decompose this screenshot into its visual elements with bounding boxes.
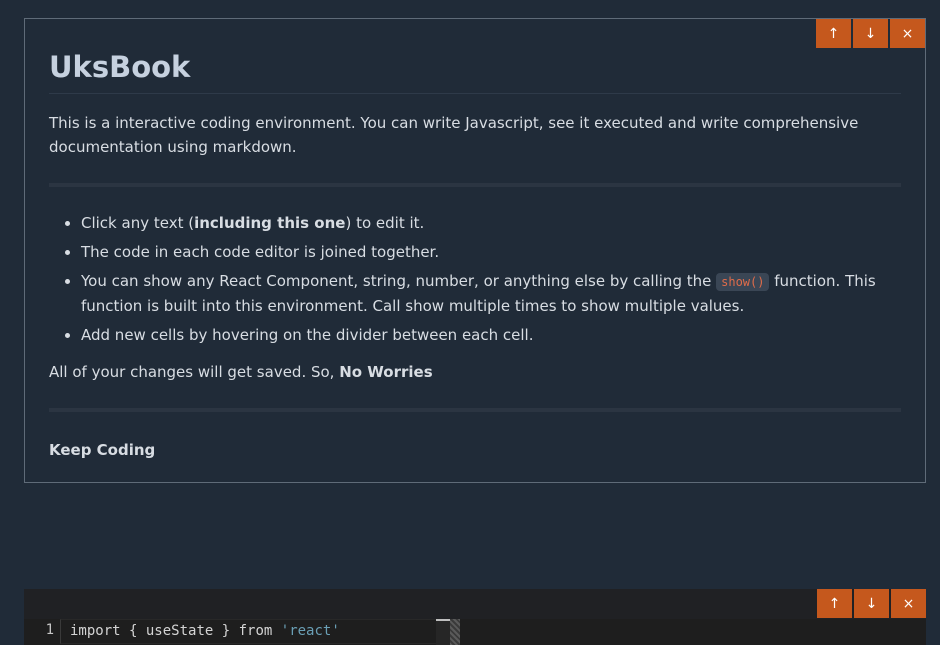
move-up-button[interactable]: ↑ xyxy=(817,589,852,618)
arrow-down-icon: ↓ xyxy=(864,25,877,42)
arrow-up-icon: ↑ xyxy=(828,595,841,612)
keyword-token: from xyxy=(238,623,273,639)
editor-scrollbar[interactable] xyxy=(436,619,450,645)
markdown-cell[interactable]: ↑ ↓ × UksBook This is a interactive codi… xyxy=(24,18,926,483)
move-down-button[interactable]: ↓ xyxy=(854,589,889,618)
list-item: Click any text (including this one) to e… xyxy=(81,211,901,235)
list-item-text: Click any text ( xyxy=(81,214,195,232)
punctuation-token: } xyxy=(213,623,239,639)
code-line[interactable]: import { useState } from 'react' xyxy=(60,619,447,644)
feature-list: Click any text (including this one) to e… xyxy=(49,211,901,347)
close-icon: × xyxy=(902,595,915,612)
list-item: Add new cells by hovering on the divider… xyxy=(81,323,901,347)
outro-text: All of your changes will get saved. So, xyxy=(49,363,340,381)
list-item: You can show any React Component, string… xyxy=(81,269,901,318)
list-item-text: You can show any React Component, string… xyxy=(81,272,717,290)
horizontal-rule xyxy=(49,183,901,187)
markdown-preview[interactable]: UksBook This is a interactive coding env… xyxy=(25,19,925,462)
list-item-text: The code in each code editor is joined t… xyxy=(81,243,440,261)
punctuation-token: { xyxy=(120,623,146,639)
move-up-button[interactable]: ↑ xyxy=(816,19,851,48)
code-cell-toolbar: ↑ ↓ × xyxy=(24,589,926,619)
cell-action-bar: ↑ ↓ × xyxy=(817,589,926,618)
cell-action-bar: ↑ ↓ × xyxy=(816,19,925,48)
inline-code: show() xyxy=(716,273,770,291)
horizontal-rule xyxy=(49,408,901,412)
keyword-token: import xyxy=(70,623,121,639)
move-down-button[interactable]: ↓ xyxy=(853,19,888,48)
scrollbar-marker xyxy=(436,619,450,621)
outro-bold: No Worries xyxy=(339,363,433,381)
delete-cell-button[interactable]: × xyxy=(890,19,925,48)
close-icon: × xyxy=(901,25,914,42)
resize-handle[interactable] xyxy=(450,619,460,645)
outro-paragraph: All of your changes will get saved. So, … xyxy=(49,360,901,384)
arrow-up-icon: ↑ xyxy=(827,25,840,42)
list-item-bold: including this one xyxy=(194,214,346,232)
code-cell: ↑ ↓ × 1 import { useState } from 'react' xyxy=(24,589,926,645)
intro-paragraph: This is a interactive coding environment… xyxy=(49,114,859,156)
arrow-down-icon: ↓ xyxy=(865,595,878,612)
list-item-text: ) to edit it. xyxy=(345,214,425,232)
list-item-text: Add new cells by hovering on the divider… xyxy=(81,326,534,344)
delete-cell-button[interactable]: × xyxy=(891,589,926,618)
list-item: The code in each code editor is joined t… xyxy=(81,240,901,264)
footer-text: Keep Coding xyxy=(49,441,156,459)
code-editor[interactable]: 1 import { useState } from 'react' xyxy=(24,619,926,645)
string-token: 'react' xyxy=(280,623,340,639)
identifier-token: useState xyxy=(145,623,214,639)
line-number: 1 xyxy=(45,622,54,638)
page-title: UksBook xyxy=(49,49,901,94)
